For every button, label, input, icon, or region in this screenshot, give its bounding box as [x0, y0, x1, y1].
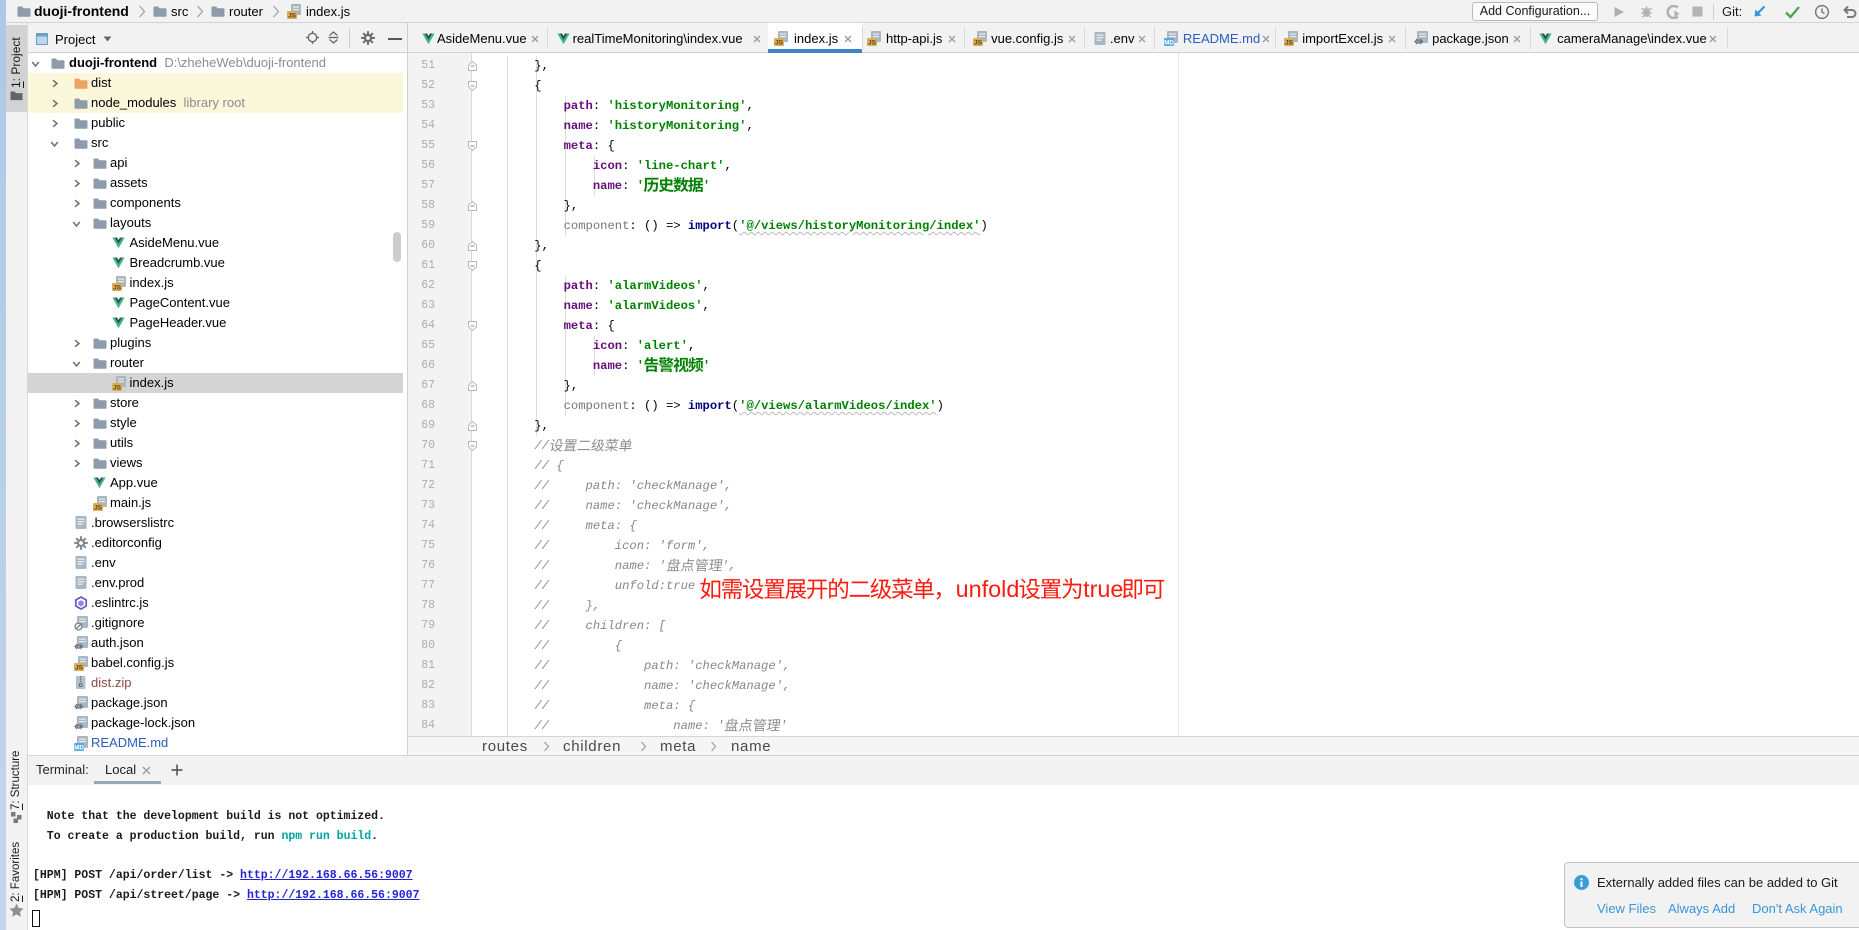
svg-text:JS: JS [74, 664, 83, 671]
svg-text:JS: JS [113, 384, 122, 391]
svg-text:JS: JS [868, 39, 877, 46]
svg-text:JS: JS [113, 284, 122, 291]
svg-text:JS: JS [94, 504, 103, 511]
svg-text:JS: JS [974, 39, 983, 46]
svg-text:JS: JS [288, 12, 297, 19]
svg-text:JS: JS [1285, 39, 1294, 46]
svg-text:MD: MD [1165, 39, 1175, 46]
svg-text:JS: JS [775, 39, 784, 46]
svg-text:MD: MD [74, 744, 84, 751]
